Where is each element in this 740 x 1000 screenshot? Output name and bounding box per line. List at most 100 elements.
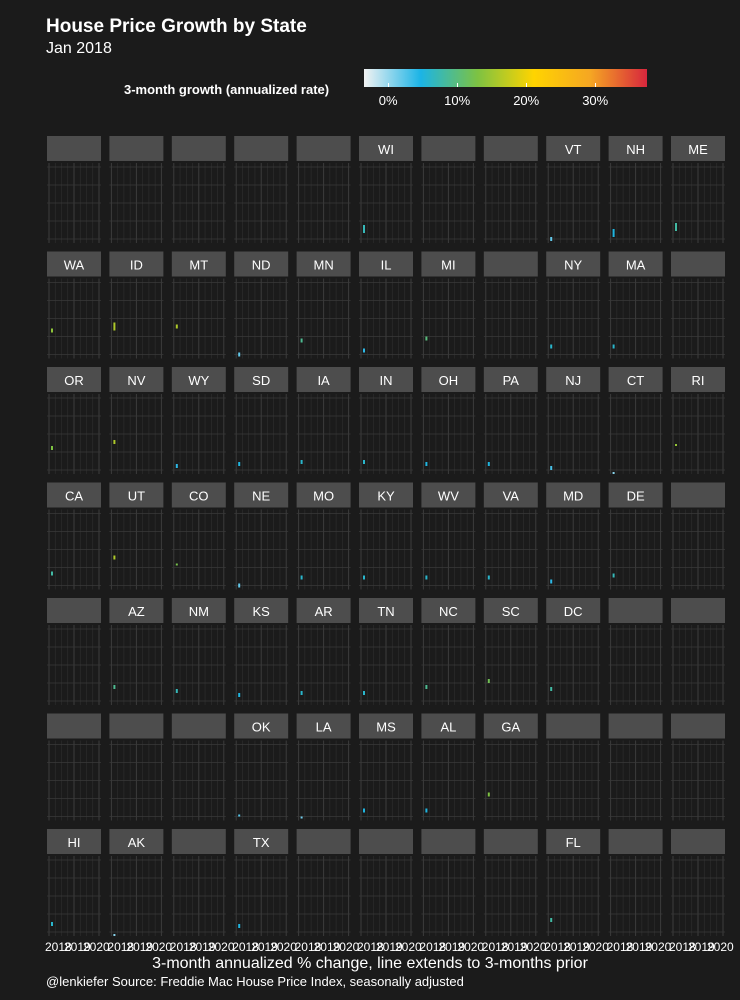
facet-panel	[359, 625, 413, 705]
facet-panel	[296, 163, 351, 243]
facet-label: IL	[381, 258, 392, 273]
facet-strip	[296, 136, 351, 161]
facet-label: AZ	[128, 604, 145, 619]
facet-label: VT	[565, 142, 582, 157]
facet-label: ID	[130, 258, 143, 273]
facet-panel	[296, 625, 351, 705]
facet-label: CO	[189, 489, 209, 504]
facet-label: IA	[317, 373, 330, 388]
facet-label: NC	[439, 604, 458, 619]
facet-panel	[546, 394, 601, 474]
facet-panel	[421, 509, 476, 590]
facet-label: TX	[253, 835, 270, 850]
facet-label: CA	[65, 489, 83, 504]
facet-panel	[234, 278, 289, 359]
facet-label: NE	[252, 489, 270, 504]
facet-panel	[546, 740, 601, 821]
facet-panel	[47, 509, 101, 590]
facet-panel	[296, 278, 351, 359]
facet-label: KY	[377, 489, 395, 504]
facet-strip	[47, 598, 101, 623]
facet-label: NY	[564, 258, 582, 273]
facet-label: MD	[563, 489, 583, 504]
facet-panel	[234, 163, 289, 243]
facet-panel	[671, 856, 725, 936]
x-tick-label: 2020	[457, 940, 485, 954]
facet-panel	[483, 163, 538, 243]
facet-panel	[483, 509, 538, 590]
facet-panel	[234, 625, 289, 705]
facet-label: GA	[501, 720, 520, 735]
facet-label: DC	[564, 604, 583, 619]
facet-panel	[47, 856, 101, 936]
x-tick-label: 2020	[582, 940, 609, 954]
facet-panel	[421, 625, 476, 705]
facet-panel	[671, 740, 725, 821]
facet-panel	[47, 163, 101, 243]
facet-panel	[608, 856, 663, 936]
facet-panel	[483, 856, 538, 936]
facet-panel	[546, 509, 601, 590]
facet-panel	[546, 856, 601, 936]
facet-panel	[483, 278, 538, 359]
facet-panel	[109, 625, 164, 705]
facet-panel	[546, 625, 601, 705]
facet-panel	[234, 394, 289, 474]
facet-strip	[671, 251, 725, 277]
facet-label: LA	[316, 720, 332, 735]
facet-panel	[234, 740, 289, 821]
facet-panel	[296, 740, 351, 821]
facet-panel	[359, 278, 413, 359]
small-multiples-grid: WI VT NH ME WA ID MT ND MN IL MI NY MA OR NV WY SD IA IN OH…	[47, 136, 725, 936]
facet-label: OR	[64, 373, 84, 388]
facet-strip	[296, 829, 351, 854]
facet-strip	[483, 829, 538, 854]
facet-strip	[608, 598, 663, 623]
facet-panel	[47, 625, 101, 705]
facet-label: MO	[313, 489, 334, 504]
facet-panel	[359, 856, 413, 936]
facet-panel	[109, 740, 164, 821]
facet-label: CT	[627, 373, 644, 388]
facet-panel	[671, 278, 725, 359]
facet-panel	[608, 625, 663, 705]
facet-panel	[359, 509, 413, 590]
facet-panel	[171, 509, 226, 590]
facet-strip	[234, 136, 289, 161]
facet-label: UT	[128, 489, 145, 504]
facet-panel	[109, 278, 164, 359]
facet-label: ND	[252, 258, 271, 273]
facet-label: WA	[64, 258, 85, 273]
facet-label: HI	[68, 835, 81, 850]
x-tick-label: 2020	[519, 940, 547, 954]
facet-panel	[546, 278, 601, 359]
facet-strip	[109, 713, 164, 739]
facet-panel	[671, 625, 725, 705]
facet-label: NV	[127, 373, 145, 388]
facet-label: NH	[626, 142, 645, 157]
facet-panel	[671, 163, 725, 243]
facet-label: FL	[566, 835, 581, 850]
x-tick-label: 2020	[207, 940, 235, 954]
facet-panel	[608, 163, 663, 243]
facet-panel	[421, 278, 476, 359]
facet-panel	[109, 509, 164, 590]
facet-label: NJ	[565, 373, 581, 388]
facet-strip	[608, 713, 663, 739]
facet-panel	[171, 394, 226, 474]
facet-panel	[359, 740, 413, 821]
facet-label: WV	[438, 489, 459, 504]
x-tick-label: 2020	[270, 940, 297, 954]
facet-panel	[47, 394, 101, 474]
facet-panel	[421, 740, 476, 821]
facet-panel	[47, 278, 101, 359]
facet-strip	[671, 482, 725, 508]
facet-panel	[608, 394, 663, 474]
facet-panel	[296, 509, 351, 590]
facet-panel	[359, 394, 413, 474]
facet-panel	[234, 856, 289, 936]
facet-panel	[171, 278, 226, 359]
facet-panel	[359, 163, 413, 243]
facet-label: MT	[189, 258, 208, 273]
facet-label: OK	[252, 720, 271, 735]
